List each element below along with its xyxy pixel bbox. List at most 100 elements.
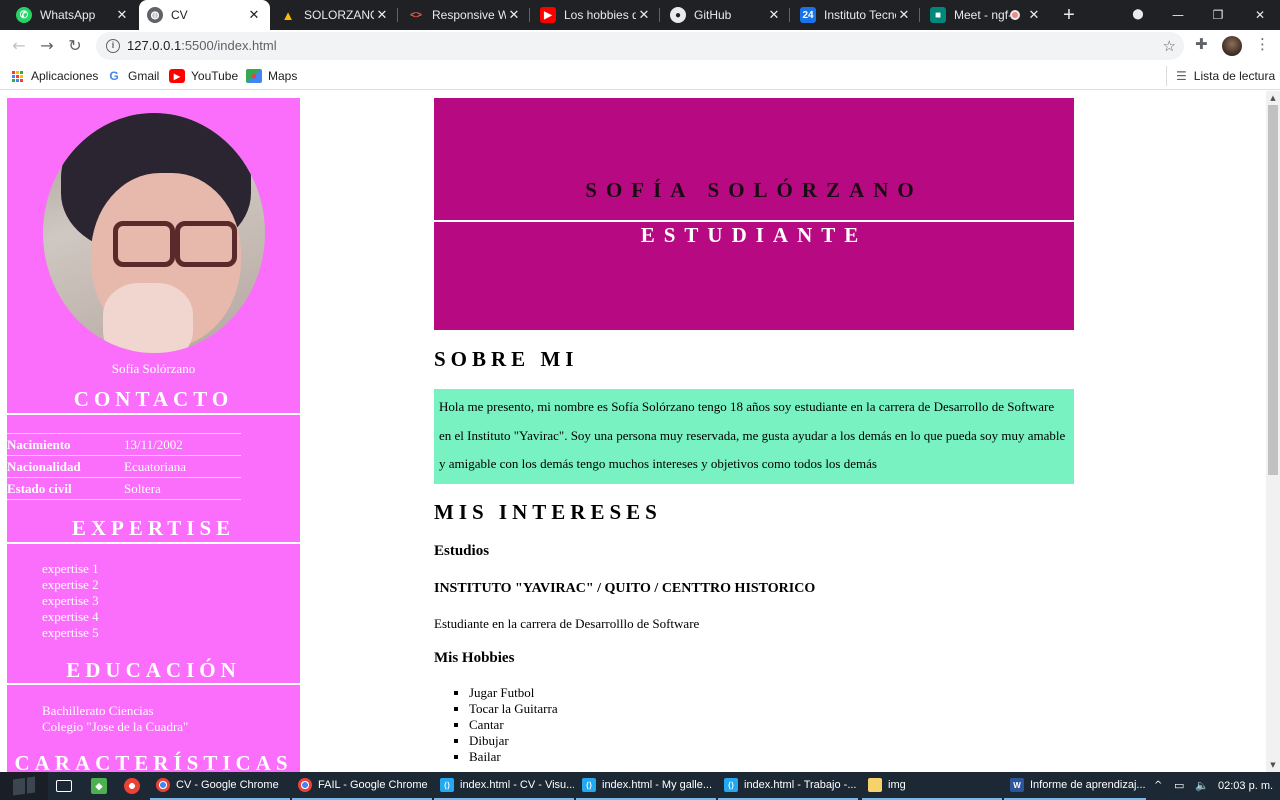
reading-list-button[interactable]: ☰ Lista de lectura xyxy=(1166,66,1275,86)
info-key: Nacimiento xyxy=(7,433,124,456)
forward-icon[interactable]: → xyxy=(35,34,59,58)
list-item: Jugar Futbol xyxy=(469,685,558,701)
close-icon[interactable]: ✕ xyxy=(246,7,262,23)
list-item: Bachillerato Ciencias xyxy=(42,703,154,718)
list-item: expertise 1 xyxy=(42,561,99,576)
taskbar-item-label: CV - Google Chrome xyxy=(176,779,279,791)
tab-whatsapp[interactable]: ✆ WhatsApp ✕ xyxy=(8,0,138,30)
taskbar-item-vscode-cv[interactable]: ⟨⟩ index.html - CV - Visu... xyxy=(434,772,574,800)
info-key: Nacionalidad xyxy=(7,455,124,478)
list-item: expertise 3 xyxy=(42,593,99,608)
taskbar-item-cv-chrome[interactable]: CV - Google Chrome xyxy=(150,772,290,800)
tab-solorzano[interactable]: ▲ SOLORZANO MARCILLO SOFIA ✕ xyxy=(272,0,398,30)
tab-meet[interactable]: ■ Meet - ngf- ✕ xyxy=(922,0,1050,30)
close-icon[interactable]: ✕ xyxy=(374,7,390,23)
hero-banner: SOFÍA SOLÓRZANO ESTUDIANTE xyxy=(434,98,1074,330)
tab-search-icon[interactable]: ⬤ xyxy=(1118,0,1158,30)
info-value: 13/11/2002 xyxy=(124,433,241,456)
bookmark-maps[interactable]: ● Maps xyxy=(246,67,297,85)
network-icon[interactable]: ▭ xyxy=(1174,772,1184,800)
bookmark-apps[interactable]: Aplicaciones xyxy=(12,67,98,85)
contact-heading: CONTACTO xyxy=(73,387,234,411)
restore-icon[interactable]: ❐ xyxy=(1198,0,1238,30)
close-icon[interactable]: ✕ xyxy=(766,7,782,23)
vertical-scrollbar[interactable]: ▲ ▼ xyxy=(1266,91,1280,772)
github-icon: ● xyxy=(670,7,686,23)
tab-title: SOLORZANO MARCILLO SOFIA xyxy=(304,8,374,22)
tab-github[interactable]: ● GitHub ✕ xyxy=(662,0,790,30)
hobbies-list: Jugar Futbol Tocar la Guitarra Cantar Di… xyxy=(469,685,558,765)
profile-avatar[interactable] xyxy=(1222,36,1242,56)
taskbar-item-img-folder[interactable]: img xyxy=(862,772,1002,800)
scroll-up-icon[interactable]: ▲ xyxy=(1266,94,1280,102)
scrollbar-thumb[interactable] xyxy=(1268,105,1278,475)
extensions-icon[interactable]: ✚ xyxy=(1195,35,1208,53)
recording-icon xyxy=(1010,10,1020,20)
url-path: :5500/index.html xyxy=(181,38,277,53)
google-drive-icon: ▲ xyxy=(281,7,295,23)
info-key: Estado civil xyxy=(7,477,124,500)
bookmark-star-icon[interactable]: ☆ xyxy=(1163,32,1176,60)
divider xyxy=(7,683,300,685)
folder-icon xyxy=(868,778,882,792)
taskbar-item-fail-chrome[interactable]: FAIL - Google Chrome xyxy=(292,772,432,800)
globe-icon: ◍ xyxy=(147,7,163,23)
vscode-icon: ⟨⟩ xyxy=(582,778,596,792)
education-list: Bachillerato Ciencias Colegio "Jose de l… xyxy=(42,703,188,735)
windows-logo-icon xyxy=(13,776,35,796)
reading-list-icon: ☰ xyxy=(1176,69,1187,83)
bookmark-youtube[interactable]: ▶ YouTube xyxy=(169,67,238,85)
youtube-icon: ▶ xyxy=(169,69,185,83)
url-host: 127.0.0.1 xyxy=(127,38,182,53)
clock[interactable]: 02:03 p. m. xyxy=(1218,772,1273,800)
site-info-icon[interactable]: i xyxy=(106,39,120,53)
tab-responsive-web[interactable]: <> Responsive Web Design ✕ xyxy=(400,0,530,30)
table-row: Estado civil Soltera xyxy=(7,477,241,500)
bookmark-label: Maps xyxy=(268,69,298,83)
menu-icon[interactable]: ⋮ xyxy=(1255,35,1270,53)
info-value: Soltera xyxy=(124,477,241,500)
close-icon[interactable]: ✕ xyxy=(636,7,652,23)
close-icon[interactable]: ✕ xyxy=(896,7,912,23)
code-icon: <> xyxy=(410,9,422,21)
back-icon[interactable]: ← xyxy=(7,34,31,58)
address-bar[interactable]: i 127.0.0.1:5500/index.html ☆ xyxy=(96,32,1184,60)
new-tab-button[interactable]: + xyxy=(1058,4,1080,26)
interests-heading: MIS INTERESES xyxy=(434,500,662,524)
reading-list-label: Lista de lectura xyxy=(1193,69,1276,83)
task-view-icon[interactable] xyxy=(56,780,72,792)
taskbar-item-label: index.html - CV - Visu... xyxy=(460,779,574,791)
tray-chevron-icon[interactable]: ^ xyxy=(1154,772,1162,800)
about-heading: SOBRE MI xyxy=(434,347,579,371)
minimize-icon[interactable]: — xyxy=(1158,0,1198,30)
bookmark-label: YouTube xyxy=(191,69,239,83)
taskbar-item-word[interactable]: W Informe de aprendizaj... xyxy=(1004,772,1146,800)
taskbar-item-label: Informe de aprendizaj... xyxy=(1030,779,1146,791)
taskbar-item-label: img xyxy=(888,779,906,791)
tab-instituto[interactable]: 24 Instituto Tecnológico ✕ xyxy=(792,0,920,30)
studies-heading: Estudios xyxy=(434,543,490,559)
close-icon[interactable]: ✕ xyxy=(1026,7,1042,23)
reload-icon[interactable]: ↻ xyxy=(63,34,87,58)
close-icon[interactable]: ✕ xyxy=(114,7,130,23)
cv-sidebar: Sofía Solórzano CONTACTO Nacimiento 13/1… xyxy=(7,98,300,772)
close-window-icon[interactable]: ✕ xyxy=(1240,0,1280,30)
browser-tab-strip: ✆ WhatsApp ✕ ◍ CV ✕ ▲ SOLORZANO MARCILLO… xyxy=(0,0,1280,30)
bookmark-gmail[interactable]: G Gmail xyxy=(106,67,159,85)
scroll-down-icon[interactable]: ▼ xyxy=(1266,761,1280,769)
close-icon[interactable]: ✕ xyxy=(506,7,522,23)
chrome-icon[interactable] xyxy=(124,778,140,794)
maps-icon: ● xyxy=(246,69,262,83)
features-heading: CARACTERÍSTICAS xyxy=(14,751,293,772)
youtube-icon: ▶ xyxy=(540,7,556,23)
app-icon[interactable]: ◆ xyxy=(91,778,107,794)
taskbar-item-vscode-trabajo[interactable]: ⟨⟩ index.html - Trabajo -... xyxy=(718,772,858,800)
volume-icon[interactable]: 🔈 xyxy=(1195,772,1209,800)
taskbar-item-label: index.html - My galle... xyxy=(602,779,713,791)
start-button[interactable] xyxy=(0,772,48,800)
taskbar-item-vscode-gallery[interactable]: ⟨⟩ index.html - My galle... xyxy=(576,772,716,800)
hero-name: SOFÍA SOLÓRZANO xyxy=(585,178,923,202)
tab-hobbies[interactable]: ▶ Los hobbies que ✕ xyxy=(532,0,660,30)
tab-cv[interactable]: ◍ CV ✕ xyxy=(139,0,270,30)
tab-title: Los hobbies que xyxy=(564,8,636,22)
